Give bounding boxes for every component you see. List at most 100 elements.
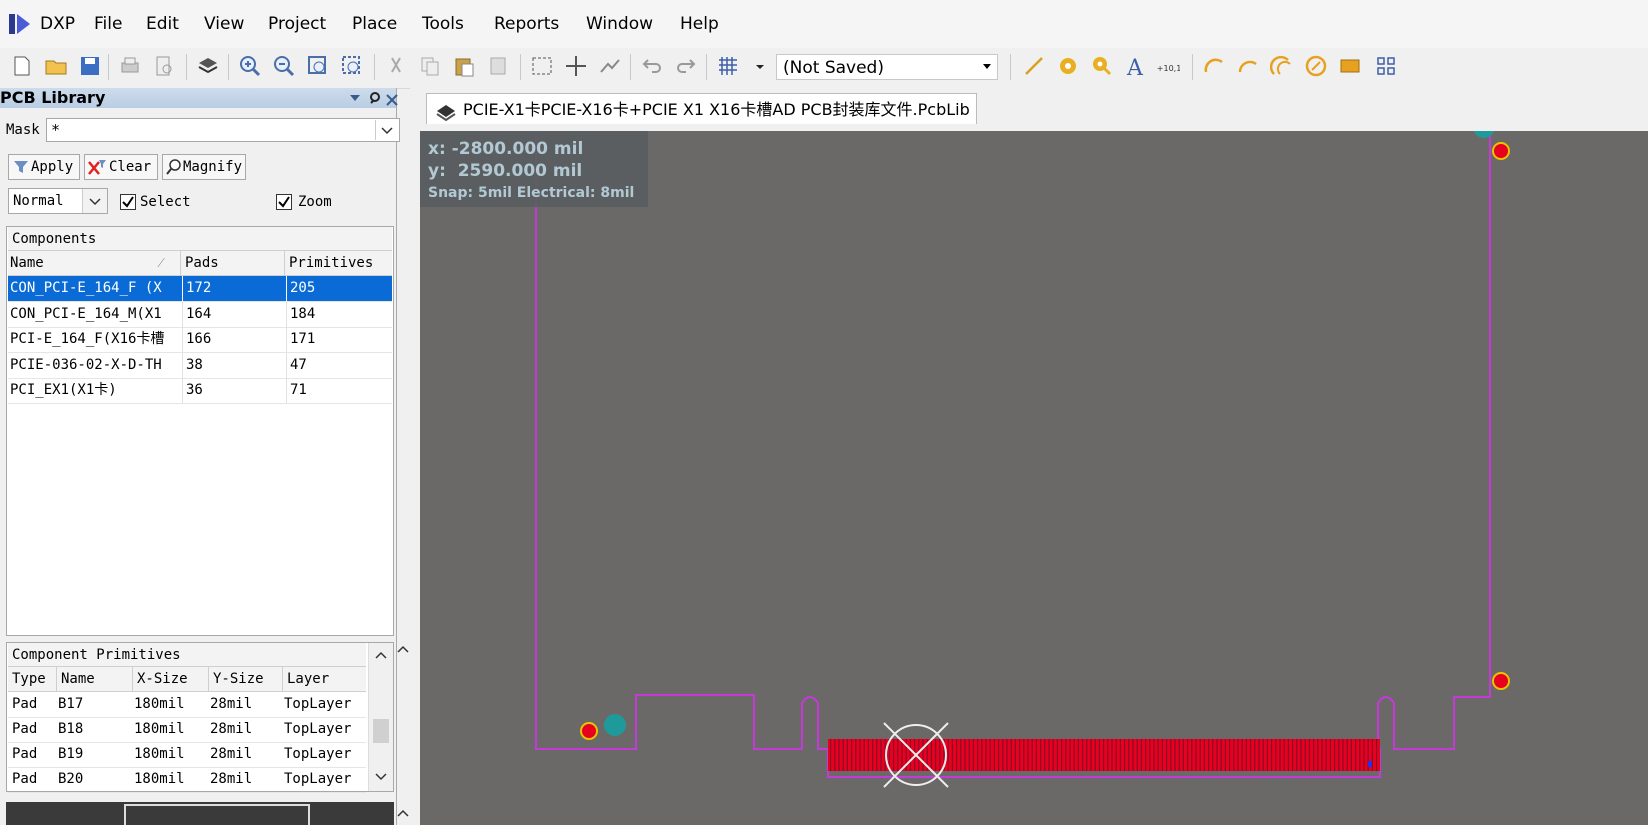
col-primitives-header[interactable]: Primitives [284, 251, 393, 275]
mask-input[interactable]: * [46, 118, 400, 142]
rubber-stamp-icon[interactable] [486, 54, 510, 78]
place-pad-icon[interactable] [1056, 54, 1080, 78]
undo-icon[interactable] [640, 54, 664, 78]
pcb-canvas[interactable] [420, 131, 1648, 825]
array-paste-icon[interactable] [1374, 54, 1398, 78]
pad-gap [1128, 739, 1130, 771]
dxp-menu[interactable]: DXP [40, 14, 75, 34]
copy-icon[interactable] [418, 54, 442, 78]
menu-project[interactable]: Project [268, 14, 326, 34]
layer-stack-icon[interactable] [196, 54, 220, 78]
col-xsize-header[interactable]: X-Size [132, 667, 188, 691]
col-name-header[interactable]: Name [10, 251, 44, 275]
menu-reports[interactable]: Reports [494, 14, 559, 34]
svg-text:+10,10: +10,10 [1157, 64, 1180, 73]
place-fill-icon[interactable] [1338, 54, 1362, 78]
col-pads-header[interactable]: Pads [180, 251, 285, 275]
pad-gap [1111, 739, 1113, 771]
component-row[interactable]: PCIE-036-02-X-D-TH 38 47 [8, 352, 392, 379]
deselect-icon[interactable] [598, 54, 622, 78]
scroll-down-icon[interactable] [375, 771, 387, 786]
close-icon[interactable] [386, 91, 398, 111]
print-preview-icon[interactable] [152, 54, 176, 78]
variant-select[interactable]: (Not Saved) [776, 54, 998, 80]
menu-tools[interactable]: Tools [422, 14, 464, 34]
col-name-header[interactable]: Name [56, 667, 95, 691]
select-area-icon[interactable] [530, 54, 554, 78]
component-row[interactable]: CON_PCI-E_164_M(X1 164 184 [8, 301, 392, 328]
place-line-icon[interactable] [1022, 54, 1046, 78]
pin-icon[interactable] [368, 90, 382, 110]
col-layer-header[interactable]: Layer [282, 667, 329, 691]
primitive-layer-cell: TopLayer [284, 721, 352, 737]
pad-gap [1023, 739, 1025, 771]
menu-place[interactable]: Place [352, 14, 397, 34]
move-icon[interactable] [564, 54, 588, 78]
new-file-icon[interactable] [10, 54, 34, 78]
pad-gap [1195, 739, 1197, 771]
chevron-down-icon[interactable] [375, 120, 398, 140]
zoom-area-icon[interactable] [340, 54, 364, 78]
paste-icon[interactable] [452, 54, 476, 78]
pad-gap [1359, 739, 1361, 771]
menu-help[interactable]: Help [680, 14, 719, 34]
scroll-thumb[interactable] [373, 719, 389, 743]
pad-gap [1342, 739, 1344, 771]
place-via-icon[interactable] [1090, 54, 1114, 78]
magnify-button[interactable]: Magnify [162, 154, 246, 180]
print-icon[interactable] [118, 54, 142, 78]
pad-gap [838, 739, 840, 771]
primitive-row[interactable]: Pad B20 180mil 28mil TopLayer [8, 767, 366, 793]
pad-gap [1254, 739, 1256, 771]
filter-mode-select[interactable]: Normal [8, 188, 108, 214]
component-row[interactable]: CON_PCI-E_164_F (X 172 205 [8, 276, 392, 302]
component-pads-cell: 38 [182, 352, 286, 378]
zoom-fit-icon[interactable] [306, 54, 330, 78]
component-row[interactable]: PCI_EX1(X1卡) 36 71 [8, 378, 392, 404]
clear-button[interactable]: Clear [84, 154, 158, 180]
col-ysize-header[interactable]: Y-Size [208, 667, 264, 691]
component-name-cell: CON_PCI-E_164_M(X1 [10, 305, 162, 322]
place-coordinate-icon[interactable]: +10,10 [1156, 54, 1187, 78]
menu-window[interactable]: Window [586, 14, 653, 34]
zoom-in-icon[interactable] [238, 54, 262, 78]
open-folder-icon[interactable] [44, 54, 68, 78]
menu-file[interactable]: File [94, 14, 122, 34]
zoom-out-icon[interactable] [272, 54, 296, 78]
toolbar-separator [108, 54, 109, 80]
pad-gap [939, 739, 941, 771]
arc-center-icon[interactable] [1202, 54, 1226, 78]
cut-icon[interactable] [384, 54, 408, 78]
pad-gap [1103, 739, 1105, 771]
place-string-icon[interactable]: A [1124, 54, 1148, 81]
place-circle-icon[interactable] [1304, 54, 1328, 78]
grid-dropdown-icon[interactable] [748, 54, 764, 78]
primitive-row[interactable]: Pad B17 180mil 28mil TopLayer [8, 692, 366, 718]
scroll-up-icon[interactable] [375, 649, 387, 664]
primitive-row[interactable]: Pad B18 180mil 28mil TopLayer [8, 717, 366, 743]
primitives-scrollbar[interactable] [368, 643, 393, 791]
panel-menu-icon[interactable] [348, 90, 362, 110]
pad-gap [1191, 739, 1193, 771]
filter-mode-value: Normal [13, 193, 64, 209]
dxp-logo-icon[interactable] [8, 12, 34, 36]
zoom-checkbox[interactable] [276, 194, 292, 210]
apply-button[interactable]: Apply [8, 154, 80, 180]
arc-any-angle-icon[interactable] [1269, 54, 1294, 78]
menu-edit[interactable]: Edit [146, 14, 179, 34]
document-tab[interactable]: PCIE-X1卡PCIE-X16卡+PCIE X1 X16卡槽AD PCB封装库… [426, 93, 977, 124]
primitives-header-row: Type Name X-Size Y-Size Layer [8, 667, 366, 692]
col-type-header[interactable]: Type [12, 667, 46, 691]
save-icon[interactable] [78, 54, 102, 78]
primitive-row[interactable]: Pad B19 180mil 28mil TopLayer [8, 742, 366, 768]
grid-icon[interactable] [716, 54, 740, 78]
menu-view[interactable]: View [204, 14, 244, 34]
hole-pad-mid-right [1492, 672, 1510, 690]
arc-edge-icon[interactable] [1236, 54, 1260, 78]
chevron-down-icon[interactable] [82, 189, 107, 213]
preview-splitter-up-icon[interactable] [396, 806, 410, 824]
select-checkbox[interactable] [120, 194, 136, 210]
component-row[interactable]: PCI-E_164_F(X16卡槽 166 171 [8, 327, 392, 353]
panel-splitter-up-icon[interactable] [396, 642, 410, 660]
redo-icon[interactable] [674, 54, 698, 78]
